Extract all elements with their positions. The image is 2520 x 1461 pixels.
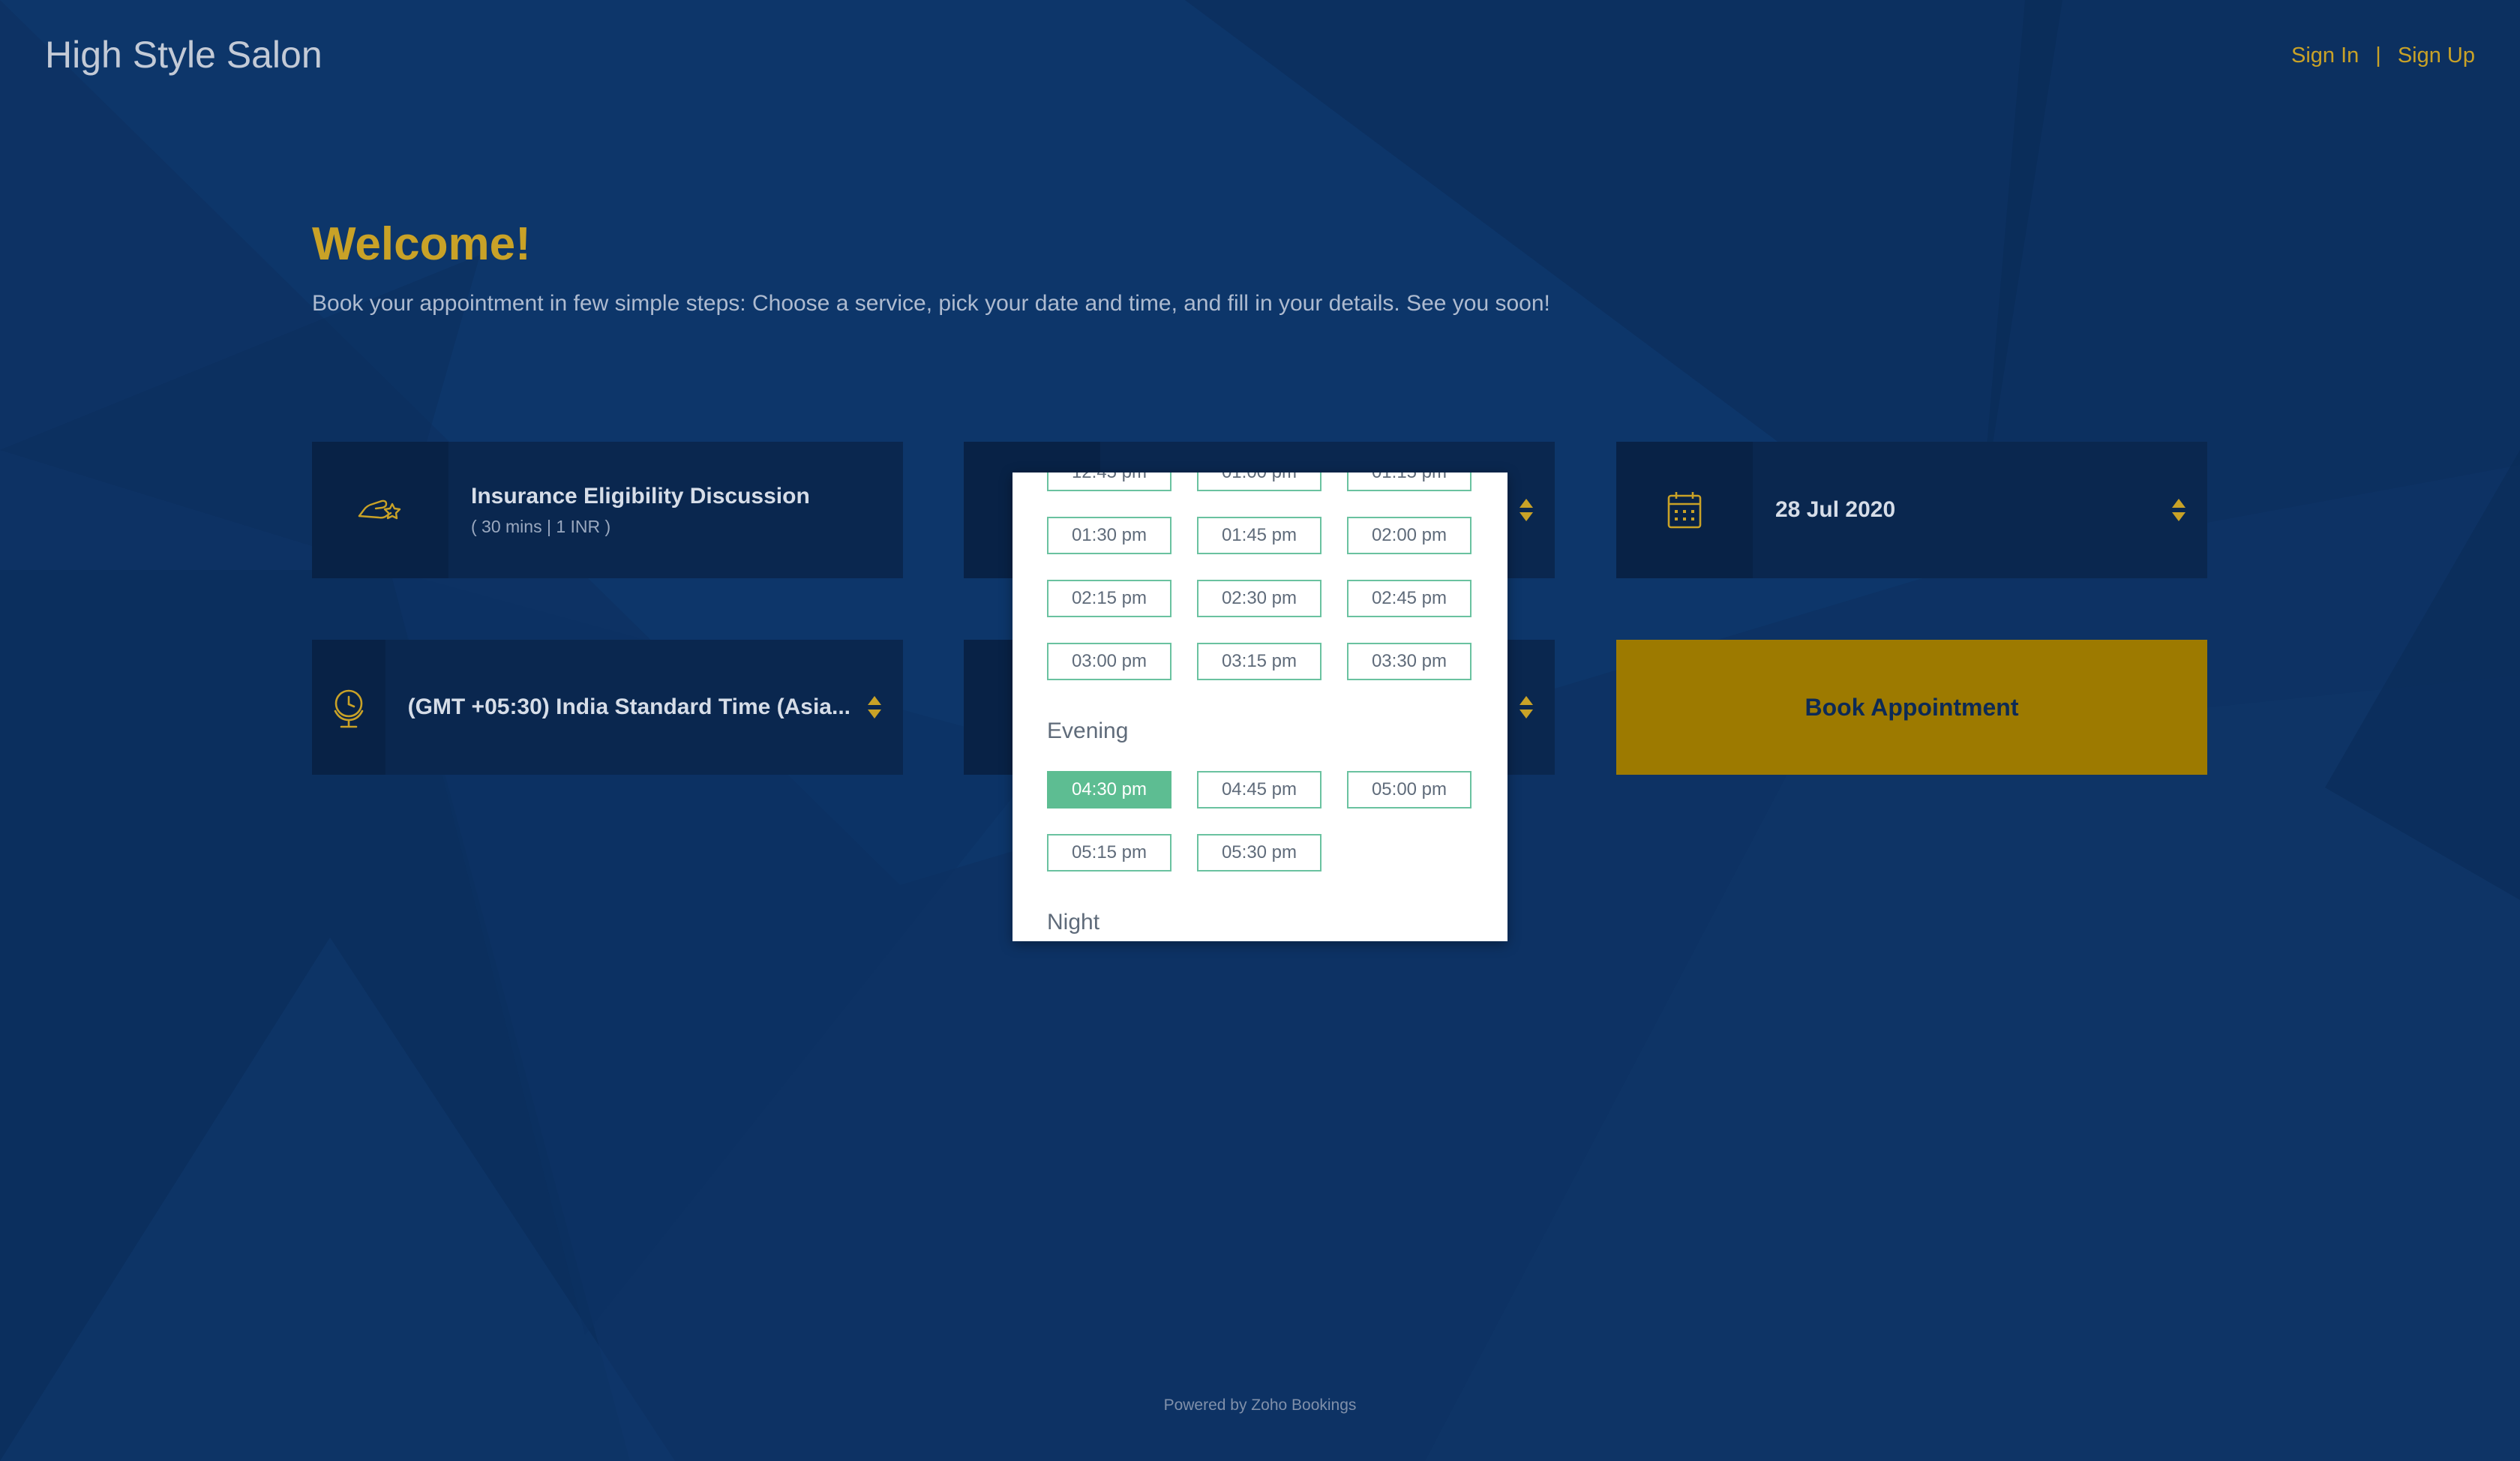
globe-clock-icon [334, 689, 364, 728]
date-icon-cell [1616, 442, 1753, 578]
sort-arrows-icon [868, 696, 881, 718]
sort-arrows-icon [2172, 499, 2186, 521]
sort-arrows-icon [1520, 499, 1533, 521]
time-slot[interactable]: 03:00 pm [1047, 643, 1172, 680]
timezone-icon-cell [312, 640, 386, 775]
service-content: Insurance Eligibility Discussion ( 30 mi… [448, 442, 903, 578]
hand-star-icon [358, 500, 401, 520]
time-slot[interactable]: 12:45 pm [1047, 472, 1172, 491]
book-appointment-button[interactable]: Book Appointment [1616, 640, 2207, 775]
sort-arrows-icon [1520, 696, 1533, 718]
time-slot[interactable]: 03:30 pm [1347, 643, 1472, 680]
time-slot[interactable]: 05:15 pm [1047, 834, 1172, 872]
time-slot[interactable]: 02:15 pm [1047, 580, 1172, 617]
time-slot[interactable]: 02:00 pm [1347, 517, 1472, 554]
date-value: 28 Jul 2020 [1775, 497, 1896, 522]
service-name: Insurance Eligibility Discussion [471, 483, 810, 508]
auth-separator: | [2375, 44, 2381, 68]
timezone-value: (GMT +05:30) India Standard Time (Asia..… [407, 694, 850, 719]
service-details: ( 30 mins | 1 INR ) [471, 516, 611, 536]
time-slot[interactable]: 01:30 pm [1047, 517, 1172, 554]
timezone-content: (GMT +05:30) India Standard Time (Asia..… [386, 640, 903, 775]
time-slot[interactable]: 03:15 pm [1197, 643, 1322, 680]
time-slot[interactable]: 01:00 pm [1197, 472, 1322, 491]
time-slot-selected[interactable]: 04:30 pm [1047, 771, 1172, 808]
powered-by-footer: Powered by Zoho Bookings [1163, 1396, 1357, 1414]
welcome-heading: Welcome! [312, 218, 531, 270]
time-slot[interactable]: 02:45 pm [1347, 580, 1472, 617]
auth-links: Sign In | Sign Up [2291, 44, 2475, 68]
time-slot[interactable]: 01:15 pm [1347, 472, 1472, 491]
night-label: Night [1047, 910, 1100, 934]
time-slot[interactable]: 05:00 pm [1347, 771, 1472, 808]
sign-in-link[interactable]: Sign In [2291, 44, 2359, 68]
welcome-intro: Book your appointment in few simple step… [312, 291, 1550, 316]
time-slot[interactable]: 01:45 pm [1197, 517, 1322, 554]
evening-label: Evening [1047, 718, 1129, 743]
date-selector[interactable]: 28 Jul 2020 [1616, 442, 2207, 578]
service-icon-cell [312, 442, 448, 578]
service-selector[interactable]: Insurance Eligibility Discussion ( 30 mi… [312, 442, 903, 578]
time-slot-popup[interactable]: 12:45 pm 01:00 pm 01:15 pm 01:30 pm 01:4… [1012, 472, 1508, 941]
date-content: 28 Jul 2020 [1753, 442, 2207, 578]
time-slot[interactable]: 02:30 pm [1197, 580, 1322, 617]
brand-title: High Style Salon [45, 34, 322, 76]
time-slot[interactable]: 05:30 pm [1197, 834, 1322, 872]
time-slot[interactable]: 04:45 pm [1197, 771, 1322, 808]
calendar-icon [1667, 492, 1702, 529]
timezone-selector[interactable]: (GMT +05:30) India Standard Time (Asia..… [312, 640, 903, 775]
sign-up-link[interactable]: Sign Up [2398, 44, 2475, 68]
